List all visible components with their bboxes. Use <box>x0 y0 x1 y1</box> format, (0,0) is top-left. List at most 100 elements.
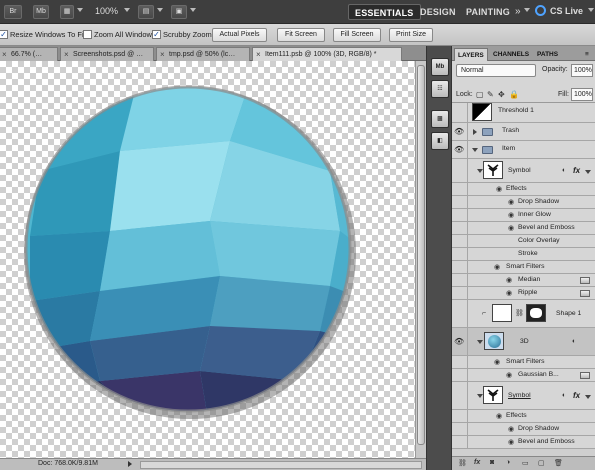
fill-screen-button[interactable]: Fill Screen <box>333 28 381 42</box>
link-layers-icon[interactable]: ⛓ <box>458 459 467 467</box>
effects-row[interactable]: ◉ Effects <box>452 183 595 196</box>
eye-icon[interactable]: ◉ <box>496 185 502 193</box>
fit-screen-button[interactable]: Fit Screen <box>277 28 325 42</box>
chain-link-icon[interactable]: ⛓ <box>515 309 524 317</box>
tab-item111[interactable]: × Item111.psb @ 100% (3D, RGB/8) * <box>252 47 402 61</box>
layer-group-trash[interactable]: 👁 Trash <box>452 123 595 141</box>
workspace-more-icon[interactable]: » <box>515 6 521 17</box>
filter-options-icon[interactable] <box>580 290 590 297</box>
visibility-toggle[interactable] <box>452 274 468 286</box>
tab-channels[interactable]: CHANNELS <box>490 48 532 61</box>
add-mask-icon[interactable]: ◙ <box>490 459 494 466</box>
adjustment-layer-icon[interactable]: ◑ <box>506 459 510 466</box>
layer-symbol[interactable]: Symbol ◐ fx <box>452 159 595 183</box>
zoom-all-windows-checkbox[interactable] <box>83 30 92 39</box>
document-canvas[interactable] <box>0 61 415 458</box>
visibility-toggle[interactable] <box>452 287 468 299</box>
close-icon[interactable]: × <box>256 48 261 61</box>
visibility-toggle[interactable] <box>452 159 468 182</box>
effect-bevel-emboss-2[interactable]: ◉ Bevel and Emboss <box>452 436 595 449</box>
lock-transparent-icon[interactable]: ▢ <box>476 90 484 99</box>
workspace-essentials[interactable]: ESSENTIALS <box>348 4 421 20</box>
visibility-toggle[interactable] <box>452 248 468 260</box>
arrange-arrow-icon[interactable] <box>157 8 163 12</box>
history-icon[interactable]: ☷ <box>431 80 449 98</box>
zoom-level[interactable]: 100% <box>95 6 118 16</box>
close-icon[interactable]: × <box>64 48 69 61</box>
tab-document-1[interactable]: × 66.7% (… <box>0 47 58 61</box>
lock-position-icon[interactable]: ✥ <box>498 90 505 99</box>
effect-stroke[interactable]: Stroke <box>452 248 595 261</box>
eye-icon[interactable]: 👁 <box>454 145 464 155</box>
visibility-toggle[interactable] <box>452 356 468 368</box>
collapse-arrow-icon[interactable] <box>472 148 478 152</box>
blend-mode-select[interactable]: Normal <box>456 64 536 77</box>
new-group-icon[interactable]: ▭ <box>522 459 529 467</box>
visibility-toggle[interactable]: 👁 <box>452 123 468 140</box>
fill-field[interactable]: 100% <box>571 88 593 101</box>
layer-shape-1[interactable]: ⌐ ⛓ Shape 1 <box>452 300 595 328</box>
lock-all-icon[interactable]: 🔒 <box>509 90 519 99</box>
eye-icon[interactable]: ◉ <box>496 412 502 420</box>
filter-ripple[interactable]: ◉ Ripple <box>452 287 595 300</box>
visibility-toggle[interactable]: 👁 <box>452 141 468 158</box>
visibility-toggle[interactable] <box>452 209 468 221</box>
cs-live-label[interactable]: CS Live <box>550 6 583 16</box>
effect-inner-glow[interactable]: ◉ Inner Glow <box>452 209 595 222</box>
eye-icon[interactable]: ◉ <box>508 224 514 232</box>
eye-icon[interactable]: ◉ <box>508 438 514 446</box>
swatches-icon[interactable]: ▩ <box>431 110 449 128</box>
br-icon[interactable]: Br <box>4 5 22 19</box>
cs-live-arrow-icon[interactable] <box>588 8 594 12</box>
layer-group-item[interactable]: 👁 Item <box>452 141 595 159</box>
zoom-arrow-icon[interactable] <box>124 8 130 12</box>
lock-image-icon[interactable]: ✎ <box>487 90 494 99</box>
eye-icon[interactable]: ◉ <box>494 263 500 271</box>
tab-layers[interactable]: LAYERS <box>454 48 488 61</box>
cs-live-icon[interactable] <box>535 5 546 16</box>
mini-bridge-icon[interactable]: Mb <box>431 58 449 76</box>
smart-filters-row[interactable]: ◉ Smart Filters <box>452 261 595 274</box>
visibility-toggle[interactable] <box>452 436 468 448</box>
trash-icon[interactable]: 🗑 <box>554 459 563 467</box>
filter-options-icon[interactable] <box>580 277 590 284</box>
tab-screenshots[interactable]: × Screenshots.psd @ … <box>60 47 154 61</box>
eye-icon[interactable]: 👁 <box>454 337 464 347</box>
filter-options-icon[interactable] <box>580 372 590 379</box>
fx-icon[interactable]: fx <box>573 166 580 175</box>
visibility-toggle[interactable] <box>452 423 468 435</box>
eye-icon[interactable]: ◉ <box>508 198 514 206</box>
layer-threshold[interactable]: Threshold 1 <box>452 103 595 123</box>
eye-icon[interactable]: 👁 <box>454 127 464 137</box>
visibility-toggle[interactable] <box>452 196 468 208</box>
visibility-toggle[interactable] <box>452 410 468 422</box>
eye-icon[interactable]: ◉ <box>508 211 514 219</box>
eye-icon[interactable]: ◉ <box>494 358 500 366</box>
scrubby-zoom-checkbox[interactable]: ✓ <box>152 30 161 39</box>
panel-menu-icon[interactable]: ≡ <box>582 48 592 61</box>
visibility-toggle[interactable] <box>452 300 468 327</box>
tab-paths[interactable]: PATHS <box>534 48 561 61</box>
visibility-toggle[interactable] <box>452 222 468 234</box>
arrange-documents-icon[interactable]: ▤ <box>138 5 154 19</box>
effect-drop-shadow-2[interactable]: ◉ Drop Shadow <box>452 423 595 436</box>
effect-color-overlay[interactable]: Color Overlay <box>452 235 595 248</box>
styles-icon[interactable]: ◧ <box>431 132 449 150</box>
expand-arrow-icon[interactable] <box>473 129 477 135</box>
opacity-field[interactable]: 100% <box>571 64 593 77</box>
mb-icon[interactable]: Mb <box>33 5 49 19</box>
resize-windows-checkbox[interactable]: ✓ <box>0 30 8 39</box>
close-icon[interactable]: × <box>2 48 7 61</box>
visibility-toggle[interactable] <box>452 103 468 122</box>
visibility-toggle[interactable] <box>452 183 468 195</box>
filter-median[interactable]: ◉ Median <box>452 274 595 287</box>
eye-icon[interactable]: ◉ <box>506 289 512 297</box>
status-menu-arrow-icon[interactable] <box>128 461 132 467</box>
canvas-vertical-scrollbar[interactable] <box>415 61 426 458</box>
workspace-arrow-icon[interactable] <box>524 8 530 12</box>
eye-icon[interactable]: ◉ <box>506 276 512 284</box>
layer-symbol-2[interactable]: Symbol ◐ fx <box>452 382 595 410</box>
smart-filters-row-2[interactable]: ◉ Smart Filters <box>452 356 595 369</box>
filter-gaussian-blur[interactable]: ◉ Gaussian B... <box>452 369 595 382</box>
view-extras-arrow-icon[interactable] <box>77 8 83 12</box>
